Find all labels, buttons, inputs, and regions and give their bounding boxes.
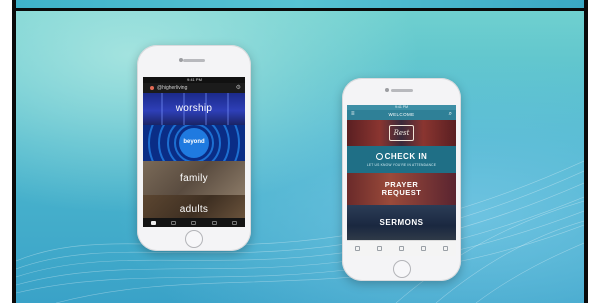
tile-adults[interactable]: adults: [143, 195, 245, 219]
home-button[interactable]: [185, 230, 203, 248]
check-in-button[interactable]: CHECK IN LET US KNOW YOU'RE IN ATTENDANC…: [347, 146, 456, 173]
front-camera: [179, 58, 183, 62]
events-icon[interactable]: [171, 220, 177, 225]
giving-icon[interactable]: [191, 220, 197, 225]
tile-label-family: family: [180, 173, 208, 184]
bottom-tab-bar: [347, 240, 456, 256]
tile-beyond[interactable]: beyond: [143, 125, 245, 161]
bottom-tab-bar: [143, 218, 245, 227]
speaker-grill: [183, 59, 205, 62]
sermons-label: SERMONS: [379, 218, 424, 227]
left-phone: 9:41 PM @higherliving ⚙ worship beyond f…: [137, 45, 251, 251]
check-circle-icon: [375, 153, 383, 160]
right-phone-screen: 9:41 PM ≡ WELCOME ⌕ Rest CHECK IN LET US…: [347, 105, 456, 256]
giving-icon[interactable]: [419, 244, 428, 253]
home-button[interactable]: [392, 260, 411, 278]
tile-label-adults: adults: [179, 204, 209, 215]
sermons-button[interactable]: SERMONS: [347, 205, 456, 240]
header-title: WELCOME: [388, 112, 415, 117]
status-time: 9:41 PM: [187, 77, 202, 82]
check-in-heading: CHECK IN: [347, 152, 456, 161]
status-time: 9:41 PM: [395, 105, 409, 109]
left-phone-screen: 9:41 PM @higherliving ⚙ worship beyond f…: [143, 77, 245, 227]
wave-pattern: [16, 160, 584, 303]
home-icon[interactable]: [150, 220, 156, 225]
account-handle: @higherliving: [157, 85, 188, 91]
right-phone: 9:41 PM ≡ WELCOME ⌕ Rest CHECK IN LET US…: [342, 78, 461, 281]
church-logo: Rest: [389, 125, 414, 141]
speaker-grill: [390, 89, 413, 92]
tile-worship[interactable]: worship: [143, 93, 245, 125]
events-icon[interactable]: [397, 244, 406, 253]
app-header: ≡ WELCOME ⌕: [347, 110, 456, 120]
prayer-request-label: PRAYER REQUEST: [347, 181, 456, 197]
profile-icon: [150, 86, 154, 90]
more-icon[interactable]: [441, 244, 450, 253]
welcome-icon[interactable]: [353, 244, 362, 253]
prayer-request-button[interactable]: PRAYER REQUEST: [347, 173, 456, 205]
tile-label-worship: worship: [175, 103, 213, 114]
media-icon[interactable]: [375, 244, 384, 253]
connect-icon[interactable]: [211, 220, 217, 225]
check-in-title: CHECK IN: [384, 152, 428, 161]
prayer-label-line-2: REQUEST: [381, 188, 422, 197]
tile-family[interactable]: family: [143, 161, 245, 195]
gear-icon[interactable]: ⚙: [236, 84, 241, 91]
more-icon[interactable]: [232, 220, 238, 225]
check-in-subtitle: LET US KNOW YOU'RE IN ATTENDANCE: [366, 163, 437, 167]
top-banner-strip: [16, 0, 584, 8]
promo-scene: 9:41 PM @higherliving ⚙ worship beyond f…: [16, 11, 584, 303]
tile-label-beyond: beyond: [183, 139, 205, 145]
search-icon[interactable]: ⌕: [449, 111, 452, 118]
front-camera: [385, 88, 389, 92]
church-banner: Rest: [347, 120, 456, 146]
app-header: @higherliving ⚙: [143, 83, 245, 93]
